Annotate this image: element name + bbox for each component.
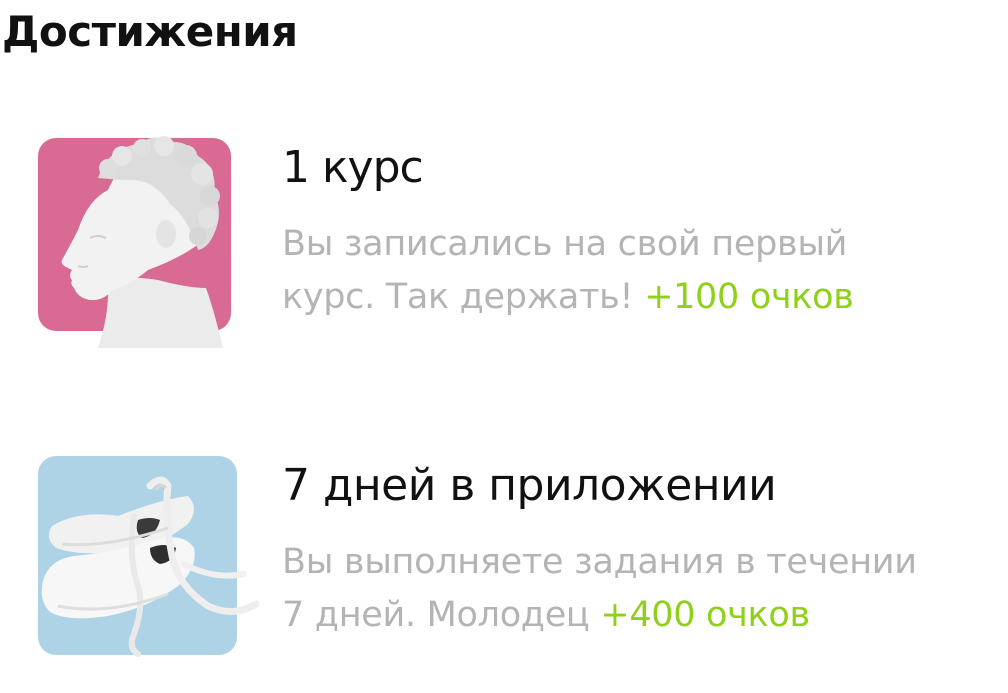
pointe-shoes-icon [41, 476, 260, 657]
description-line: Вы выполняете задания в течении [282, 542, 917, 582]
description-line: Вы записались на свой первый [282, 224, 848, 264]
points-reward: +100 очков [644, 277, 854, 317]
achievement-item-seven-days[interactable]: 7 дней в приложении Вы выполняете задани… [38, 452, 978, 657]
achievement-item-first-course[interactable]: 1 курс Вы записались на свой первый курс.… [38, 128, 978, 348]
description-line: 7 дней. Молодец [282, 595, 590, 635]
achievement-description: Вы записались на свой первый курс. Так де… [282, 218, 972, 324]
achievement-title: 7 дней в приложении [282, 460, 777, 511]
page-title: Достижения [2, 7, 298, 56]
pointe-shoes-image [38, 456, 260, 657]
achievement-description: Вы выполняете задания в течении 7 дней. М… [282, 536, 972, 642]
apollo-bust-image [38, 136, 231, 348]
description-line: курс. Так держать! [282, 277, 634, 317]
points-reward: +400 очков [600, 595, 810, 635]
achievement-title: 1 курс [282, 142, 424, 193]
apollo-bust-icon [61, 136, 223, 348]
